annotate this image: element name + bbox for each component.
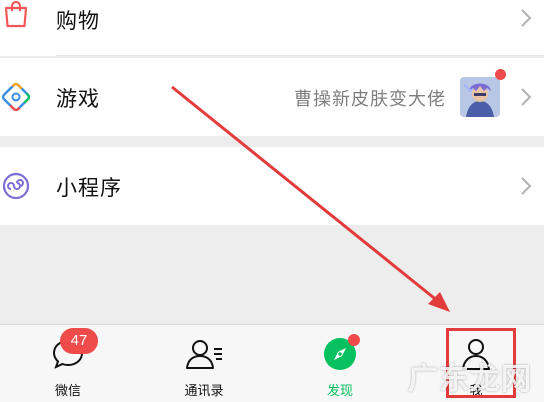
mini-program-icon bbox=[2, 172, 30, 200]
watermark: 广东龙网 bbox=[408, 362, 532, 397]
chevron-right-icon bbox=[521, 9, 532, 27]
menu-item-mini-programs[interactable]: 小程序 bbox=[0, 147, 544, 225]
contacts-icon bbox=[186, 340, 222, 369]
tab-label-chats: 微信 bbox=[54, 384, 81, 399]
shopping-bag-icon bbox=[4, 0, 28, 28]
tab-contacts[interactable]: 通讯录 bbox=[136, 325, 272, 402]
menu-label-games: 游戏 bbox=[56, 87, 100, 111]
chevron-right-icon bbox=[521, 177, 532, 195]
section-gap bbox=[0, 136, 544, 147]
new-notification-dot bbox=[348, 334, 360, 346]
game-character-avatar bbox=[460, 77, 500, 117]
unread-badge: 47 bbox=[60, 328, 98, 354]
tab-chats[interactable]: 47 微信 bbox=[0, 325, 136, 402]
tab-discover[interactable]: 发现 bbox=[272, 325, 408, 402]
game-promo-text: 曹操新皮肤变大佬 bbox=[294, 89, 446, 110]
chevron-right-icon bbox=[521, 88, 532, 106]
tab-label-contacts: 通讯录 bbox=[184, 384, 224, 399]
menu-label-mini-programs: 小程序 bbox=[56, 176, 122, 200]
games-icon bbox=[2, 83, 30, 111]
empty-area bbox=[0, 225, 544, 325]
divider bbox=[56, 55, 544, 56]
menu-label-shopping: 购物 bbox=[56, 9, 100, 33]
new-notification-dot bbox=[495, 69, 506, 80]
menu-item-shopping[interactable]: 购物 bbox=[0, 0, 544, 56]
menu-item-games[interactable]: 游戏 曹操新皮肤变大佬 bbox=[0, 58, 544, 136]
tab-label-discover: 发现 bbox=[326, 384, 353, 399]
